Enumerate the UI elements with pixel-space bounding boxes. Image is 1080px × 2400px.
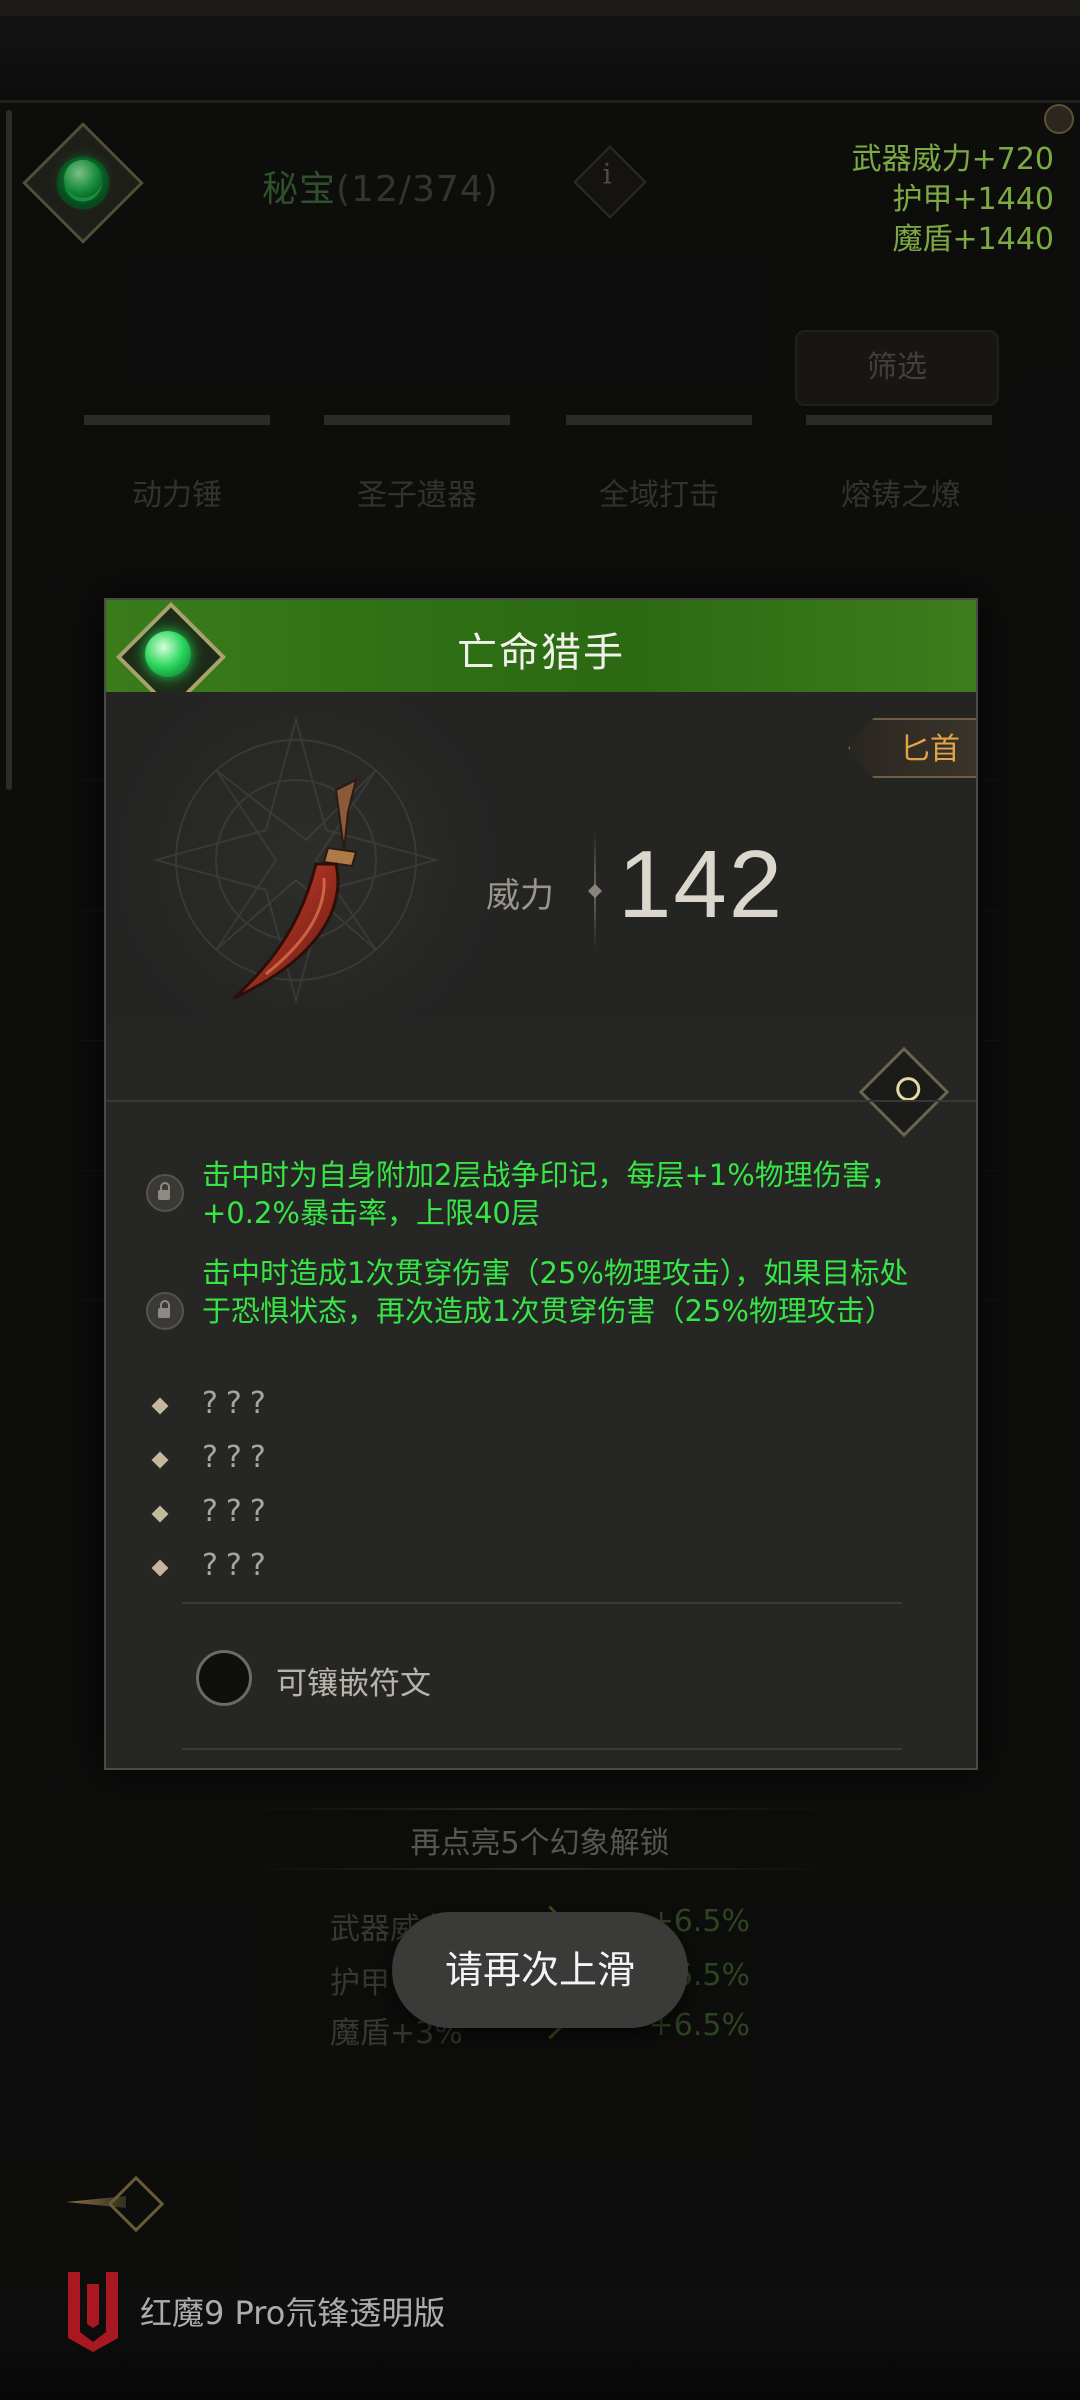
affix-row: 击中时造成1次贯穿伤害（25%物理攻击），如果目标处于恐惧状态，再次造成1次贯穿… <box>146 1254 946 1374</box>
diamond-bullet-icon <box>151 1559 169 1577</box>
diamond-bullet-icon <box>151 1505 169 1523</box>
affix-row: 击中时为自身附加2层战争印记，每层+1%物理伤害，+0.2%暴击率，上限40层 <box>146 1156 946 1236</box>
unknown-affix-text: ??? <box>202 1548 274 1583</box>
power-value: 142 <box>618 831 785 938</box>
card-divider <box>106 1100 976 1102</box>
empty-rune-slot-icon[interactable] <box>196 1650 252 1706</box>
power-label: 威力 <box>486 876 554 916</box>
magnifier-icon <box>896 1077 921 1102</box>
unknown-affix-text: ??? <box>202 1440 274 1475</box>
lock-icon <box>146 1174 184 1212</box>
weapon-type-label: 匕首 <box>900 732 960 767</box>
unknown-affix-text: ??? <box>202 1386 274 1421</box>
diamond-bullet-icon <box>151 1397 169 1415</box>
dagger-weapon-icon <box>232 778 358 1000</box>
affix-text: 击中时造成1次贯穿伤害（25%物理攻击），如果目标处于恐惧状态，再次造成1次贯穿… <box>202 1256 909 1328</box>
item-detail-card: 亡命猎手 匕首 威力 142 击中时为自身附加2层战争印记，每层+1%物理伤害，… <box>104 598 978 1770</box>
rune-slot-label: 可镶嵌符文 <box>276 1666 431 1702</box>
rune-divider <box>182 1602 902 1604</box>
toast-message: 请再次上滑 <box>392 1912 688 2028</box>
affix-text: 击中时为自身附加2层战争印记，每层+1%物理伤害，+0.2%暴击率，上限40层 <box>202 1158 900 1230</box>
game-screen: 秘宝(12/374) i 武器威力+720 护甲+1440 魔盾+1440 筛选… <box>0 0 1080 2400</box>
diamond-bullet-icon <box>151 1451 169 1469</box>
gem-icon <box>145 631 191 677</box>
lock-icon <box>146 1292 184 1330</box>
item-name: 亡命猎手 <box>457 630 625 676</box>
green-gem-emblem-icon <box>115 601 227 713</box>
rune-divider <box>182 1748 902 1750</box>
unknown-affix-text: ??? <box>202 1494 274 1529</box>
magnify-button[interactable] <box>858 1046 950 1138</box>
